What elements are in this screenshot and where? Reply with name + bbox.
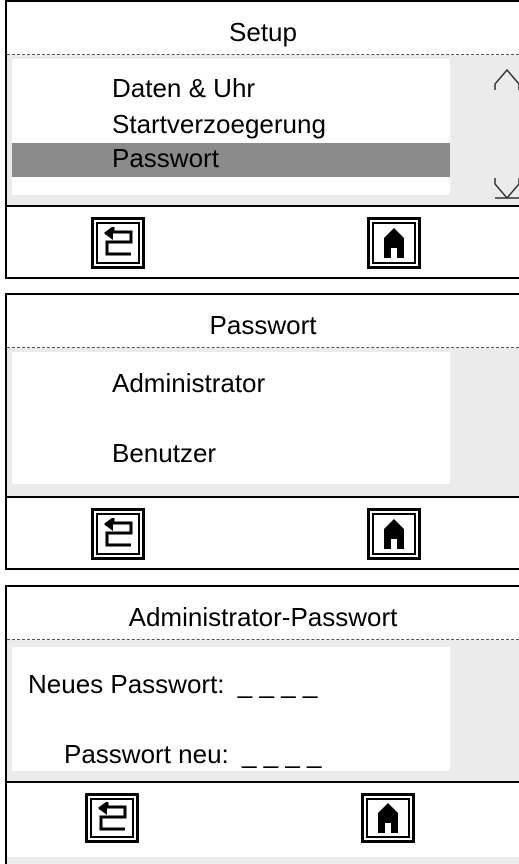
home-icon: [378, 803, 398, 833]
menu-item-benutzer[interactable]: Benutzer: [112, 438, 216, 469]
repeat-password-field[interactable]: _ _ _ _: [242, 739, 322, 769]
passwort-menu-list: Administrator Benutzer: [12, 352, 450, 484]
screen-title: Passwort: [7, 295, 519, 348]
repeat-password-label: Passwort neu:: [64, 739, 229, 769]
screen-title: Setup: [7, 2, 519, 55]
softkey-bar: [7, 205, 519, 277]
menu-item-daten-uhr[interactable]: Daten & Uhr: [112, 73, 255, 104]
home-button[interactable]: [367, 217, 421, 269]
back-button[interactable]: [85, 793, 139, 843]
menu-item-startverzoegerung[interactable]: Startverzoegerung: [112, 109, 326, 140]
back-arrow-icon: [104, 518, 133, 547]
setup-menu-list: Daten & Uhr Startverzoegerung Passwort: [12, 59, 450, 195]
new-password-field[interactable]: _ _ _ _: [238, 669, 318, 699]
screen-title: Administrator-Passwort: [7, 587, 519, 640]
administrator-passwort-screen: Administrator-Passwort Neues Passwort: _…: [5, 585, 519, 864]
home-icon: [384, 519, 404, 549]
new-password-row: Neues Passwort: _ _ _ _: [28, 669, 317, 700]
passwort-screen: Passwort Administrator Benutzer: [5, 293, 519, 570]
back-button[interactable]: [91, 508, 145, 560]
back-arrow-icon: [104, 227, 133, 256]
setup-screen: Setup Daten & Uhr Startverzoegerung Pass…: [5, 0, 519, 279]
home-button[interactable]: [361, 793, 415, 843]
menu-item-administrator[interactable]: Administrator: [112, 368, 265, 399]
repeat-password-row: Passwort neu: _ _ _ _: [64, 739, 322, 770]
scroll-down-arrow-icon[interactable]: [494, 178, 519, 200]
password-form: Neues Passwort: _ _ _ _ Passwort neu: _ …: [12, 647, 450, 771]
back-button[interactable]: [91, 217, 145, 269]
softkey-bar: [7, 781, 519, 857]
home-icon: [384, 228, 404, 258]
back-arrow-icon: [98, 802, 127, 831]
home-button[interactable]: [367, 508, 421, 560]
new-password-label: Neues Passwort:: [28, 669, 225, 699]
scroll-up-arrow-icon[interactable]: [494, 68, 519, 90]
softkey-bar: [7, 496, 519, 568]
menu-item-passwort[interactable]: Passwort: [12, 143, 450, 177]
